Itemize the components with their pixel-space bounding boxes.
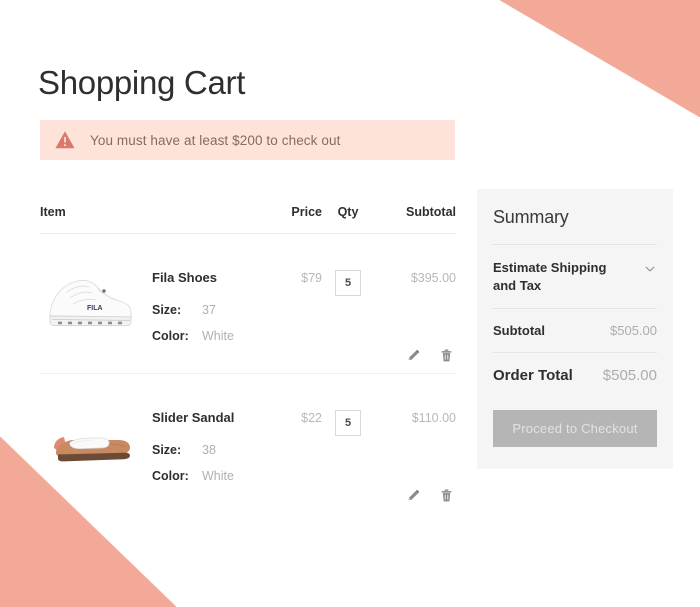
product-option-size: Size: 37 <box>152 303 270 317</box>
product-details: Slider Sandal Size: 38 Color: White <box>152 410 270 495</box>
size-value: 38 <box>202 443 216 457</box>
summary-order-total-row: Order Total $505.00 <box>493 353 657 398</box>
product-thumbnail-slider-sandal[interactable] <box>40 402 140 474</box>
quantity-input[interactable]: 5 <box>335 410 361 436</box>
estimate-shipping-and-tax-toggle[interactable]: Estimate Shipping and Tax <box>493 245 657 308</box>
product-price: $79 <box>301 271 322 285</box>
product-subtotal: $110.00 <box>411 411 456 425</box>
cart-row: FILA Fila Shoes Size: 37 Color: White $7… <box>40 234 456 373</box>
trash-icon[interactable] <box>439 488 454 503</box>
summary-title: Summary <box>493 207 569 227</box>
summary-subtotal-label: Subtotal <box>493 323 545 339</box>
summary-order-total-label: Order Total <box>493 367 573 385</box>
quantity-input[interactable]: 5 <box>335 270 361 296</box>
chevron-down-icon[interactable] <box>643 262 657 276</box>
pencil-icon[interactable] <box>406 488 421 503</box>
row-actions <box>406 348 454 363</box>
decorative-corner-top-right <box>500 0 700 117</box>
proceed-to-checkout-button[interactable]: Proceed to Checkout <box>493 410 657 448</box>
summary-order-total-value: $505.00 <box>602 367 657 385</box>
page-title: Shopping Cart <box>38 64 246 101</box>
warning-triangle-icon <box>55 131 75 149</box>
column-header-item: Item <box>40 205 66 219</box>
product-name[interactable]: Fila Shoes <box>152 270 270 285</box>
alert-message: You must have at least $200 to check out <box>90 132 341 148</box>
estimate-shipping-label: Estimate Shipping and Tax <box>493 260 607 293</box>
cart-row: Slider Sandal Size: 38 Color: White $22 … <box>40 373 456 513</box>
product-details: Fila Shoes Size: 37 Color: White <box>152 270 270 355</box>
summary-subtotal-value: $505.00 <box>610 323 657 339</box>
product-option-color: Color: White <box>152 469 270 483</box>
order-summary-panel: Summary Estimate Shipping and Tax Subtot… <box>477 189 673 470</box>
product-name[interactable]: Slider Sandal <box>152 410 270 425</box>
trash-icon[interactable] <box>439 348 454 363</box>
color-label: Color: <box>152 469 189 483</box>
summary-subtotal-row: Subtotal $505.00 <box>493 309 657 352</box>
size-label: Size: <box>152 303 182 317</box>
size-value: 37 <box>202 303 216 317</box>
cart-table-header: Item Price Qty Subtotal <box>40 205 456 234</box>
row-actions <box>406 488 454 503</box>
product-subtotal: $395.00 <box>410 271 456 285</box>
svg-text:FILA: FILA <box>87 305 103 312</box>
color-value: White <box>202 469 234 483</box>
column-header-qty: Qty <box>337 205 359 219</box>
color-label: Color: <box>152 329 189 343</box>
quantity-cell: 5 <box>322 270 374 355</box>
product-option-size: Size: 38 <box>152 443 270 457</box>
minimum-order-alert: You must have at least $200 to check out <box>40 120 455 160</box>
cart-table: Item Price Qty Subtotal FILA Fila Shoes … <box>40 205 456 513</box>
product-price: $22 <box>301 411 322 425</box>
product-option-color: Color: White <box>152 329 270 343</box>
product-thumbnail-fila-shoes[interactable]: FILA <box>40 262 140 334</box>
column-header-price: Price <box>291 205 322 219</box>
size-label: Size: <box>152 443 182 457</box>
column-header-subtotal: Subtotal <box>406 205 456 219</box>
pencil-icon[interactable] <box>406 348 421 363</box>
color-value: White <box>202 329 234 343</box>
quantity-cell: 5 <box>322 410 374 495</box>
